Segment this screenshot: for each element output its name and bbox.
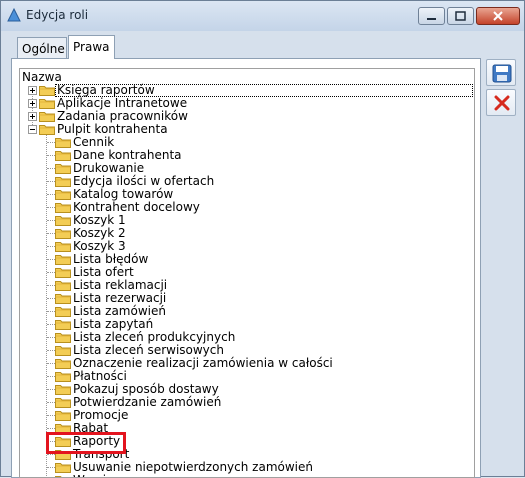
window-title: Edycja roli bbox=[26, 8, 89, 22]
folder-icon bbox=[55, 319, 71, 330]
folder-icon bbox=[39, 85, 55, 96]
folder-icon bbox=[55, 345, 71, 356]
folder-icon bbox=[39, 98, 55, 109]
folder-icon bbox=[55, 280, 71, 291]
folder-icon bbox=[55, 293, 71, 304]
tree-child-item[interactable]: Wersje bbox=[20, 474, 470, 478]
expand-icon[interactable] bbox=[28, 112, 37, 121]
folder-icon bbox=[55, 332, 71, 343]
folder-icon bbox=[55, 137, 71, 148]
close-window-button[interactable] bbox=[476, 7, 520, 25]
highlight-box bbox=[46, 432, 126, 454]
folder-icon bbox=[39, 111, 55, 122]
collapse-icon[interactable] bbox=[28, 125, 37, 134]
close-icon bbox=[493, 11, 503, 21]
folder-icon bbox=[55, 371, 71, 382]
tree-header: Nazwa bbox=[22, 70, 62, 84]
minimize-button[interactable] bbox=[418, 7, 445, 25]
save-button[interactable] bbox=[486, 59, 516, 86]
cancel-button[interactable] bbox=[486, 89, 516, 116]
tab-general[interactable]: Ogólne bbox=[17, 37, 67, 59]
folder-icon bbox=[39, 124, 55, 135]
folder-icon bbox=[55, 306, 71, 317]
folder-icon bbox=[55, 384, 71, 395]
folder-icon bbox=[55, 228, 71, 239]
cancel-icon bbox=[494, 95, 510, 111]
folder-icon bbox=[55, 150, 71, 161]
tree-child-label: Wersje bbox=[73, 474, 113, 478]
title-bar[interactable]: Edycja roli bbox=[1, 1, 524, 31]
folder-icon bbox=[55, 397, 71, 408]
expand-icon[interactable] bbox=[28, 99, 37, 108]
folder-icon bbox=[55, 462, 71, 473]
edit-role-window: Edycja roli Ogólne Prawa Nazwa Księga ra… bbox=[0, 0, 525, 478]
save-icon bbox=[492, 64, 512, 83]
maximize-button[interactable] bbox=[447, 7, 474, 25]
folder-icon bbox=[55, 267, 71, 278]
folder-icon bbox=[55, 358, 71, 369]
tab-rights[interactable]: Prawa bbox=[68, 35, 115, 59]
folder-icon bbox=[55, 410, 71, 421]
app-icon bbox=[7, 8, 21, 22]
maximize-icon bbox=[455, 11, 466, 21]
folder-icon bbox=[55, 189, 71, 200]
folder-icon bbox=[55, 176, 71, 187]
folder-icon bbox=[55, 163, 71, 174]
folder-icon bbox=[55, 254, 71, 265]
expand-icon[interactable] bbox=[28, 86, 37, 95]
folder-icon bbox=[55, 215, 71, 226]
folder-icon bbox=[55, 202, 71, 213]
folder-icon bbox=[55, 241, 71, 252]
rights-tree[interactable]: Nazwa Księga raportów Aplikacje Intraneto… bbox=[19, 68, 475, 478]
minimize-icon bbox=[427, 18, 436, 20]
